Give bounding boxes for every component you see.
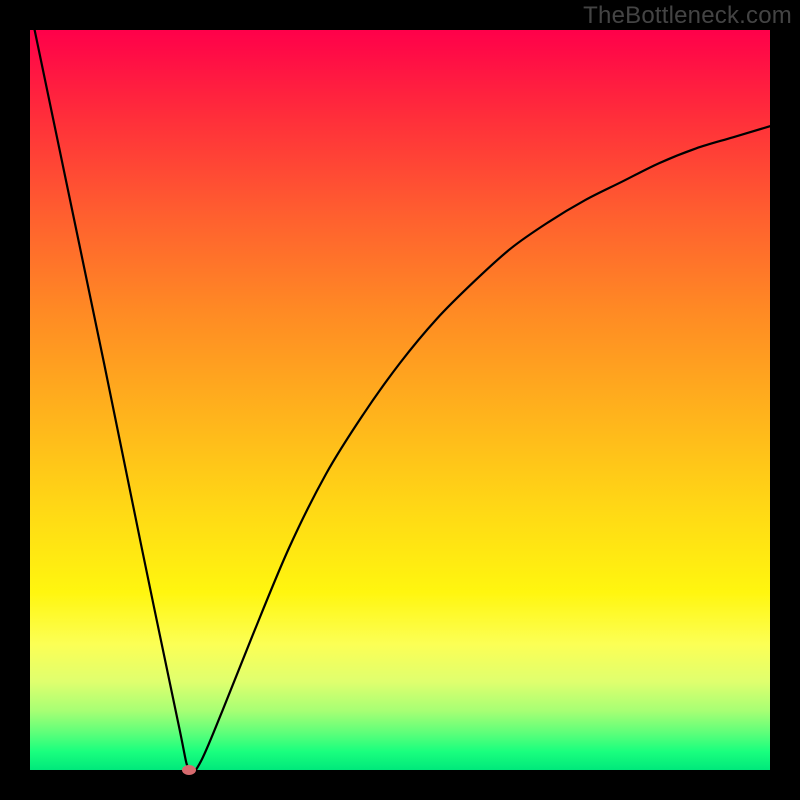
chart-frame: TheBottleneck.com: [0, 0, 800, 800]
bottleneck-curve: [30, 30, 770, 770]
minimum-marker: [182, 765, 196, 775]
plot-area: [30, 30, 770, 770]
watermark-text: TheBottleneck.com: [583, 2, 792, 30]
curve-svg: [30, 30, 770, 770]
